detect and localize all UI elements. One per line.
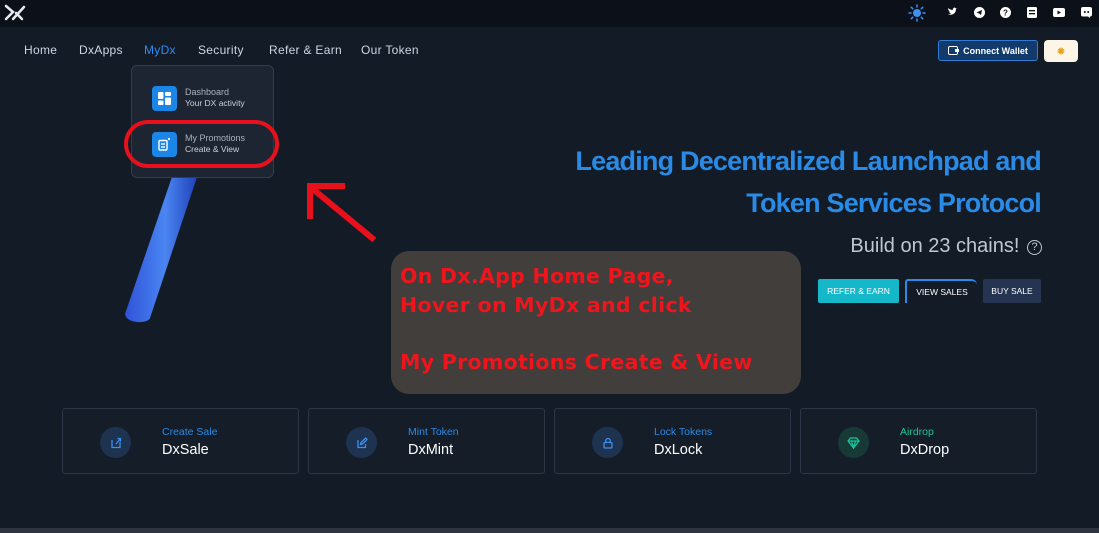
nav-home[interactable]: Home <box>24 43 57 57</box>
sun-icon[interactable] <box>908 4 926 22</box>
card-label: Mint Token <box>408 426 459 438</box>
card-name: DxMint <box>408 442 454 458</box>
refer-earn-button[interactable]: REFER & EARN <box>818 279 899 303</box>
dashboard-title: Dashboard <box>185 87 230 97</box>
card-name: DxDrop <box>900 442 950 458</box>
annotation-line1: On Dx.App Home Page, <box>400 264 674 288</box>
hero-title: Leading Decentralized Launchpad and Toke… <box>481 140 1041 224</box>
telegram-icon[interactable] <box>972 5 986 19</box>
bottom-strip <box>0 528 1099 533</box>
nav-dxapps[interactable]: DxApps <box>79 43 123 57</box>
docs-icon[interactable] <box>1025 5 1039 19</box>
dx-logo-icon[interactable] <box>4 4 26 22</box>
nav-mydx[interactable]: MyDx <box>144 43 176 57</box>
discord-icon[interactable] <box>1079 5 1093 19</box>
top-bar: ? <box>0 0 1099 27</box>
card-label: Lock Tokens <box>654 426 713 438</box>
connect-wallet-label: Connect Wallet <box>963 45 1028 56</box>
mint-icon <box>346 427 377 458</box>
instruction-annotation: On Dx.App Home Page, Hover on MyDx and c… <box>391 251 801 394</box>
brightness-icon: ✹ <box>1056 45 1066 58</box>
dashboard-icon <box>152 86 177 111</box>
annotation-line2: Hover on MyDx and click <box>400 293 692 317</box>
dropdown-item-dashboard[interactable]: Dashboard Your DX activity <box>152 86 267 112</box>
main-nav: Home DxApps MyDx Security Refer & Earn O… <box>0 40 1099 60</box>
svg-text:?: ? <box>1003 8 1008 17</box>
card-dxlock[interactable]: Lock Tokens DxLock <box>554 408 791 474</box>
card-label: Create Sale <box>162 426 218 438</box>
nav-refer-earn[interactable]: Refer & Earn <box>269 43 342 57</box>
connect-wallet-button[interactable]: Connect Wallet <box>938 40 1038 61</box>
hero-title-line2: Token Services Protocol <box>746 188 1042 218</box>
highlight-ring <box>124 120 279 168</box>
chains-help-icon[interactable]: ? <box>1027 240 1042 255</box>
nav-security[interactable]: Security <box>198 43 244 57</box>
card-dxsale[interactable]: Create Sale DxSale <box>62 408 299 474</box>
airdrop-icon <box>838 427 869 458</box>
create-sale-icon <box>100 427 131 458</box>
annotation-arrow-icon <box>307 183 377 243</box>
chains-text: Build on 23 chains! <box>850 235 1020 257</box>
lock-icon <box>592 427 623 458</box>
buy-sale-button[interactable]: BUY SALE <box>983 279 1041 303</box>
twitter-icon[interactable] <box>945 5 959 19</box>
hero-title-line1: Leading Decentralized Launchpad and <box>575 146 1041 176</box>
hero-3d-shape <box>125 174 198 323</box>
card-label: Airdrop <box>900 426 934 438</box>
view-sales-button[interactable]: VIEW SALES <box>905 279 977 303</box>
card-name: DxLock <box>654 442 703 458</box>
dashboard-subtitle: Your DX activity <box>185 98 245 108</box>
card-name: DxSale <box>162 442 209 458</box>
chains-tagline: Build on 23 chains! ? <box>850 235 1042 258</box>
annotation-line3: My Promotions Create & View <box>400 350 753 374</box>
card-dxdrop[interactable]: Airdrop DxDrop <box>800 408 1037 474</box>
help-icon[interactable]: ? <box>998 5 1012 19</box>
theme-toggle-button[interactable]: ✹ <box>1044 40 1078 62</box>
nav-our-token[interactable]: Our Token <box>361 43 419 57</box>
youtube-icon[interactable] <box>1052 5 1066 19</box>
card-dxmint[interactable]: Mint Token DxMint <box>308 408 545 474</box>
wallet-icon <box>948 46 960 55</box>
